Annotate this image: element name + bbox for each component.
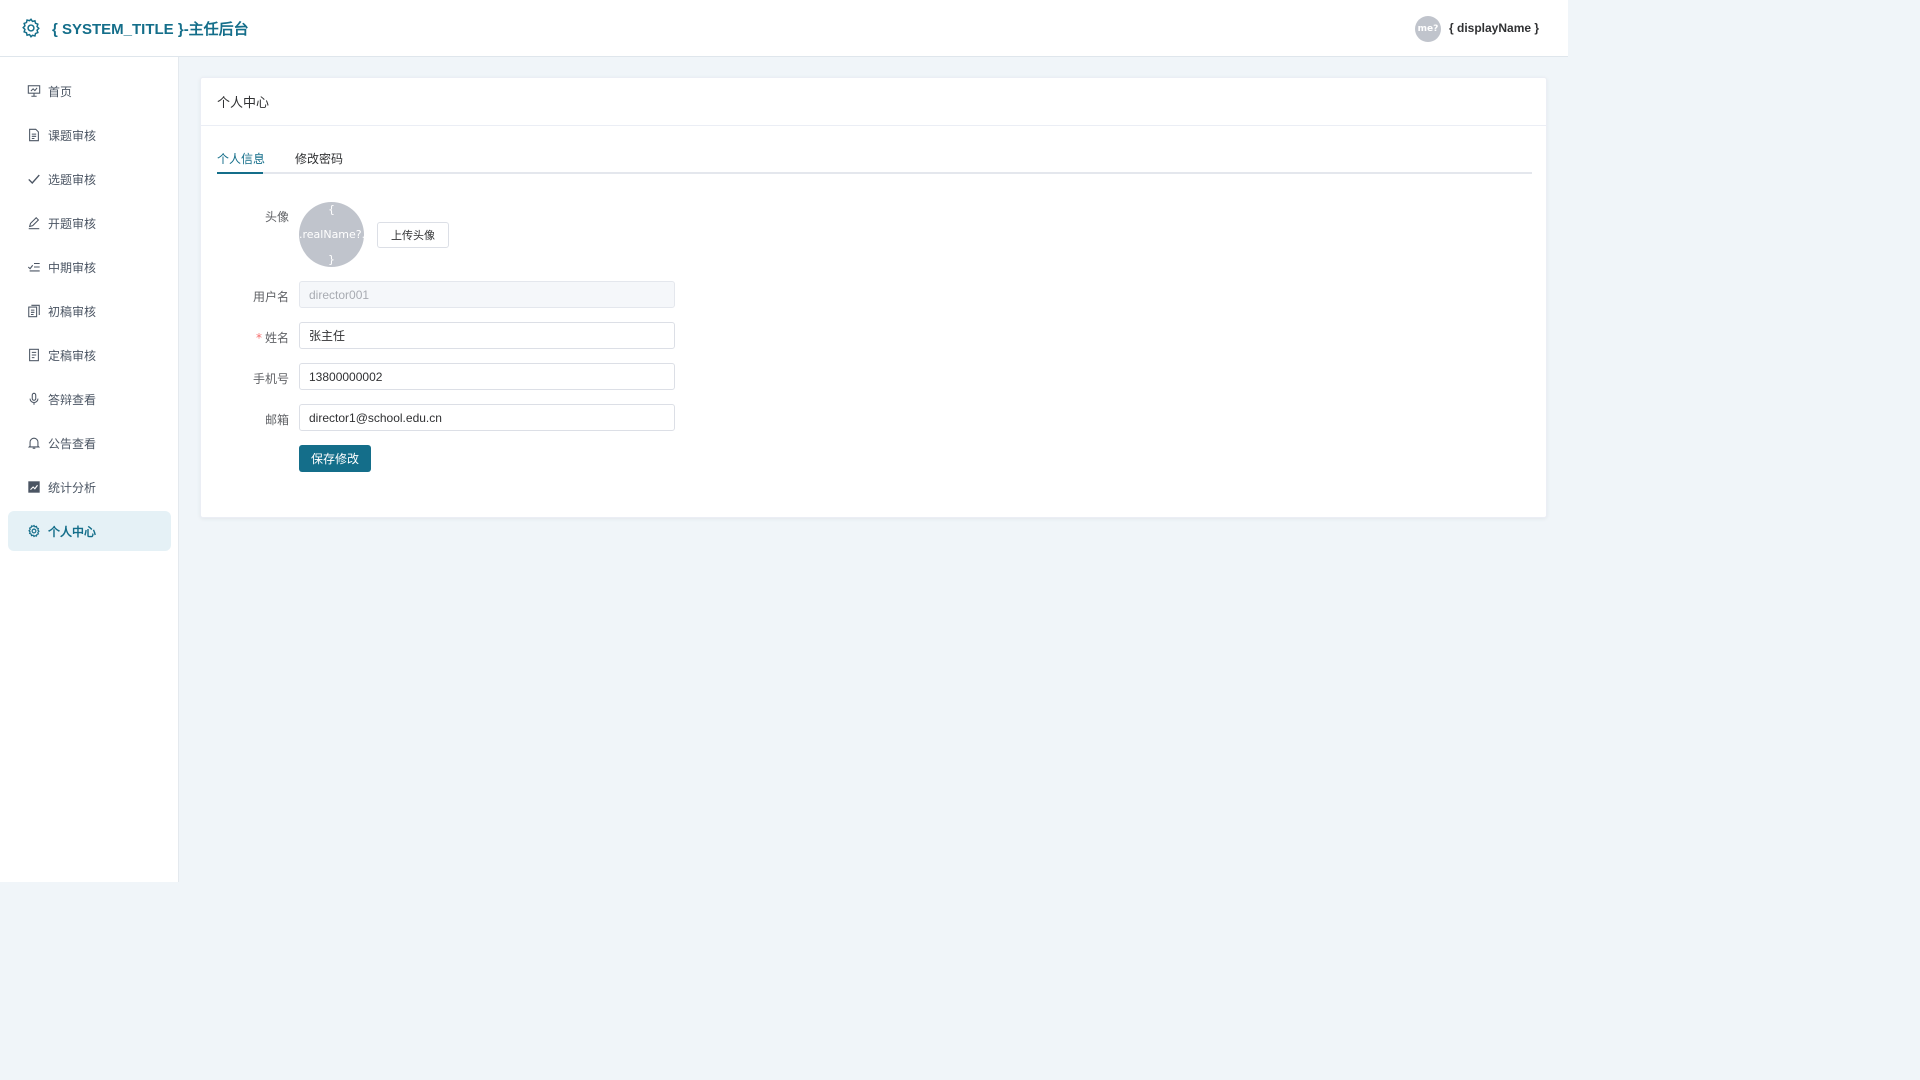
- sidebar-item-label: 答辩查看: [48, 392, 97, 407]
- pen-icon: [27, 216, 41, 230]
- sidebar-item-label: 初稿审核: [48, 304, 97, 319]
- save-button[interactable]: 保存修改: [299, 445, 371, 472]
- sidebar-item-label: 课题审核: [48, 128, 97, 143]
- sidebar-item-defense-view[interactable]: 答辩查看: [8, 379, 171, 419]
- avatar-text-top: {: [328, 203, 335, 216]
- sidebar-item-home[interactable]: 首页: [8, 71, 171, 111]
- sidebar-item-label: 选题审核: [48, 172, 97, 187]
- avatar-text-bottom: }: [328, 253, 335, 266]
- check-icon: [27, 172, 41, 186]
- sidebar-item-draft-review[interactable]: 初稿审核: [8, 291, 171, 331]
- tab-bar: 个人信息 修改密码: [217, 143, 1532, 174]
- sidebar-item-midterm-review[interactable]: 中期审核: [8, 247, 171, 287]
- sidebar-item-statistics[interactable]: 统计分析: [8, 467, 171, 507]
- list-check-icon: [27, 260, 41, 274]
- document-icon: [27, 128, 41, 142]
- required-mark: *: [255, 331, 262, 345]
- email-field[interactable]: director1@school.edu.cn: [299, 404, 675, 431]
- avatar: { .realName?. }: [299, 202, 364, 267]
- username-field[interactable]: director001: [299, 281, 675, 308]
- gear-icon: [20, 17, 42, 39]
- chart-icon: [27, 480, 41, 494]
- upload-avatar-button[interactable]: 上传头像: [377, 222, 449, 248]
- presentation-icon: [27, 84, 41, 98]
- sidebar-item-label: 定稿审核: [48, 348, 97, 363]
- sidebar-item-proposal-review[interactable]: 开题审核: [8, 203, 171, 243]
- sidebar-item-label: 统计分析: [48, 480, 97, 495]
- username-label: 用户名: [252, 290, 289, 304]
- sidebar-item-final-review[interactable]: 定稿审核: [8, 335, 171, 375]
- user-display-name[interactable]: { displayName }: [1449, 21, 1539, 35]
- sidebar-item-label: 首页: [48, 84, 73, 99]
- sidebar-item-topic-review[interactable]: 课题审核: [8, 115, 171, 155]
- gear-icon: [27, 524, 41, 538]
- phone-label: 手机号: [252, 372, 289, 386]
- top-header: { SYSTEM_TITLE }-主任后台 me? { displayName …: [0, 0, 1568, 57]
- tab-personal-info[interactable]: 个人信息: [217, 150, 265, 167]
- active-tab-indicator: [217, 172, 263, 174]
- profile-card: 个人中心 个人信息 修改密码 头像 { .realName?. } 上传头像 用…: [200, 77, 1547, 518]
- microphone-icon: [27, 392, 41, 406]
- sidebar-item-announcement-view[interactable]: 公告查看: [8, 423, 171, 463]
- sidebar: 首页 课题审核 选题审核 开题审核 中期审核 初稿审核 定稿审核 答辩查看 公告…: [0, 57, 179, 882]
- app-title: { SYSTEM_TITLE }-主任后台: [52, 21, 249, 38]
- sidebar-item-personal-center[interactable]: 个人中心: [8, 511, 171, 551]
- email-label: 邮箱: [264, 413, 289, 427]
- document-text-icon: [27, 348, 41, 362]
- avatar-label: 头像: [264, 210, 289, 224]
- avatar[interactable]: me?: [1415, 16, 1441, 42]
- realname-field[interactable]: 张主任: [299, 322, 675, 349]
- tab-change-password[interactable]: 修改密码: [295, 150, 343, 167]
- page-title: 个人中心: [201, 78, 1546, 126]
- sidebar-item-label: 公告查看: [48, 436, 97, 451]
- sidebar-item-label: 开题审核: [48, 216, 97, 231]
- copy-document-icon: [27, 304, 41, 318]
- avatar-text: .realName?.: [299, 228, 364, 241]
- phone-field[interactable]: 13800000002: [299, 363, 675, 390]
- sidebar-item-selection-review[interactable]: 选题审核: [8, 159, 171, 199]
- sidebar-item-label: 中期审核: [48, 260, 97, 275]
- sidebar-item-label: 个人中心: [48, 524, 97, 539]
- bell-icon: [27, 436, 41, 450]
- realname-label: * 姓名: [255, 331, 289, 345]
